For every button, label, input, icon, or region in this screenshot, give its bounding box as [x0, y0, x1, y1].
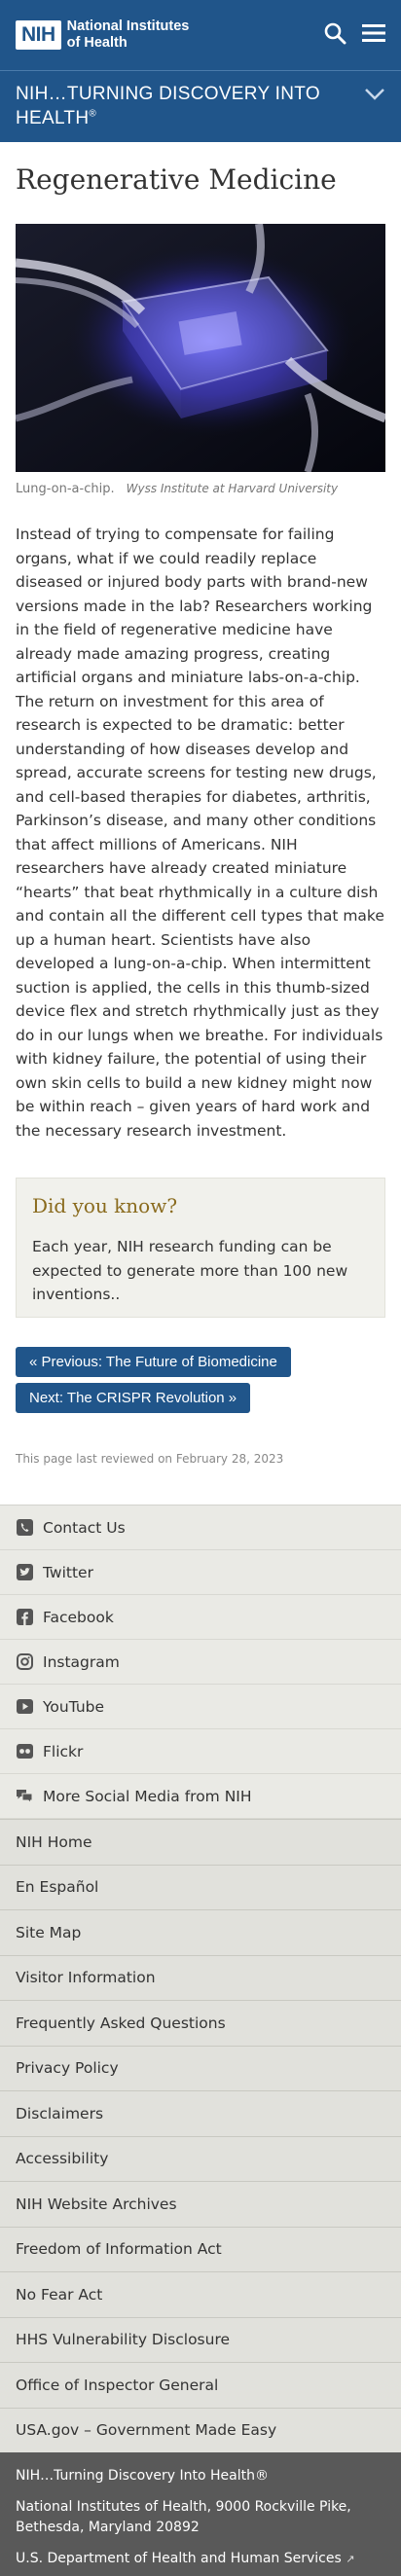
social-item-instagram[interactable]: Instagram [0, 1640, 401, 1685]
facebook-icon [16, 1609, 33, 1626]
social-item-facebook[interactable]: Facebook [0, 1595, 401, 1640]
external-link-icon: ↗ [346, 2553, 355, 2565]
search-icon[interactable] [323, 21, 346, 49]
footer-link-archives[interactable]: NIH Website Archives [0, 2181, 401, 2227]
footer-tagline: NIH…Turning Discovery Into Health® [16, 2468, 270, 2484]
footer-link-foia[interactable]: Freedom of Information Act [0, 2226, 401, 2272]
social-item-twitter[interactable]: Twitter [0, 1550, 401, 1595]
twitter-icon [16, 1564, 33, 1581]
footer-link-disclaimers[interactable]: Disclaimers [0, 2090, 401, 2136]
footer-link-visitor-info[interactable]: Visitor Information [0, 1954, 401, 2001]
did-you-know-box: Did you know? Each year, NIH research fu… [16, 1178, 385, 1318]
footer-link-privacy[interactable]: Privacy Policy [0, 2045, 401, 2091]
did-you-know-heading: Did you know? [32, 1194, 178, 1217]
chevron-down-icon[interactable] [364, 87, 385, 130]
page-title: Regenerative Medicine [16, 163, 337, 196]
did-you-know-text: Each year, NIH research funding can be e… [32, 1238, 348, 1303]
phone-icon [16, 1519, 33, 1537]
banner-title: NIH…TURNING DISCOVERY INTO HEALTH® [16, 84, 320, 128]
site-footer: NIH…Turning Discovery Into Health® Natio… [0, 2452, 401, 2576]
last-reviewed-date: This page last reviewed on February 28, … [16, 1452, 284, 1466]
nih-logo[interactable]: NIH National Institutes of Health [16, 18, 189, 51]
footer-link-accessibility[interactable]: Accessibility [0, 2135, 401, 2182]
social-item-flickr[interactable]: Flickr [0, 1729, 401, 1774]
image-credit: Wyss Institute at Harvard University [126, 482, 339, 495]
social-item-more[interactable]: More Social Media from NIH [0, 1774, 401, 1819]
nih-logo-text: National Institutes of Health [66, 18, 190, 51]
instagram-icon [16, 1653, 33, 1671]
tagline-banner[interactable]: NIH…TURNING DISCOVERY INTO HEALTH® [0, 70, 401, 142]
youtube-icon [16, 1698, 33, 1716]
image-caption: Lung-on-a-chip. Wyss Institute at Harvard… [16, 482, 339, 496]
site-header: NIH National Institutes of Health [0, 0, 401, 70]
article-body: Instead of trying to compensate for fail… [16, 526, 384, 1140]
footer-link-espanol[interactable]: En Español [0, 1864, 401, 1910]
footer-address: National Institutes of Health, 9000 Rock… [16, 2499, 351, 2535]
footer-link-vulnerability[interactable]: HHS Vulnerability Disclosure [0, 2316, 401, 2363]
nih-logo-mark: NIH [16, 20, 61, 50]
footer-link-usagov[interactable]: USA.gov – Government Made Easy [0, 2407, 401, 2453]
footer-link-inspector-general[interactable]: Office of Inspector General [0, 2362, 401, 2408]
social-links: Contact Us Twitter Facebook Instagram Yo… [0, 1505, 401, 1819]
menu-icon[interactable] [362, 22, 385, 48]
footer-hhs-link[interactable]: U.S. Department of Health and Human Serv… [16, 2549, 385, 2569]
lung-on-a-chip-image [16, 224, 385, 472]
chat-icon [16, 1788, 33, 1805]
social-item-youtube[interactable]: YouTube [0, 1685, 401, 1729]
flickr-icon [16, 1743, 33, 1760]
footer-link-faq[interactable]: Frequently Asked Questions [0, 2000, 401, 2046]
footer-links: NIH Home En Español Site Map Visitor Inf… [0, 1819, 401, 2452]
next-page-button[interactable]: Next: The CRISPR Revolution » [16, 1383, 251, 1413]
previous-page-button[interactable]: « Previous: The Future of Biomedicine [16, 1347, 291, 1377]
footer-link-site-map[interactable]: Site Map [0, 1909, 401, 1955]
footer-link-nih-home[interactable]: NIH Home [0, 1819, 401, 1865]
footer-link-no-fear-act[interactable]: No Fear Act [0, 2271, 401, 2317]
social-item-contact-us[interactable]: Contact Us [0, 1506, 401, 1550]
